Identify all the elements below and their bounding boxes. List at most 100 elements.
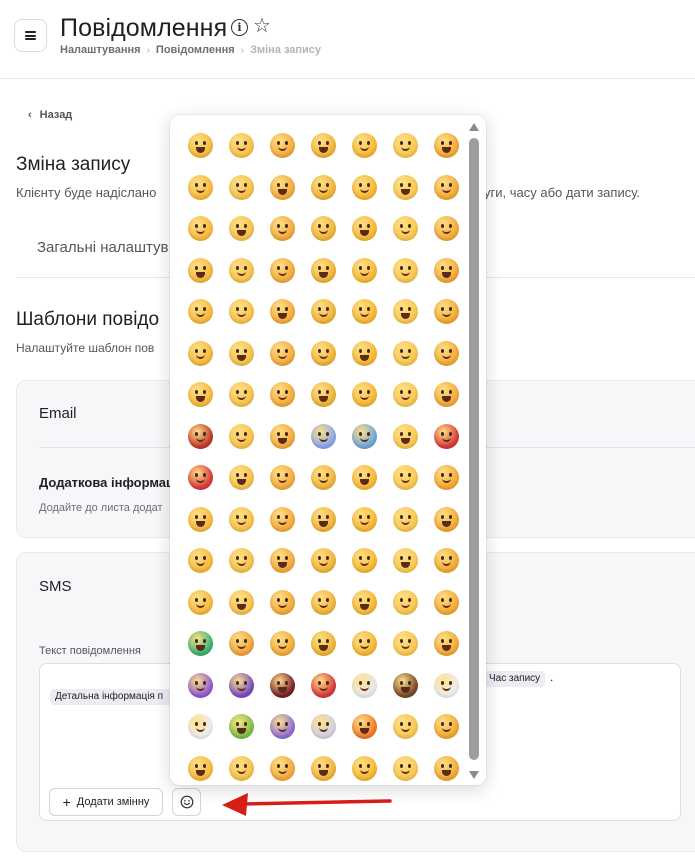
tab-general-settings[interactable]: Загальні налаштув xyxy=(37,239,169,256)
emoji-item[interactable] xyxy=(344,167,385,209)
emoji-item[interactable] xyxy=(180,623,221,665)
emoji-item[interactable] xyxy=(180,333,221,375)
emoji-item[interactable] xyxy=(221,582,262,624)
emoji-item[interactable] xyxy=(303,167,344,209)
emoji-item[interactable] xyxy=(426,333,467,375)
emoji-item[interactable] xyxy=(426,540,467,582)
emoji-item[interactable] xyxy=(262,457,303,499)
emoji-item[interactable] xyxy=(221,748,262,790)
scroll-up-arrow-icon[interactable] xyxy=(469,123,479,131)
emoji-item[interactable] xyxy=(385,125,426,167)
emoji-item[interactable] xyxy=(385,167,426,209)
emoji-item[interactable] xyxy=(180,748,221,790)
emoji-item[interactable] xyxy=(426,167,467,209)
emoji-item[interactable] xyxy=(385,416,426,458)
emoji-item[interactable] xyxy=(426,125,467,167)
emoji-item[interactable] xyxy=(221,416,262,458)
emoji-item[interactable] xyxy=(344,540,385,582)
emoji-item[interactable] xyxy=(303,499,344,541)
emoji-item[interactable] xyxy=(262,333,303,375)
emoji-item[interactable] xyxy=(385,582,426,624)
emoji-item[interactable] xyxy=(385,374,426,416)
emoji-item[interactable] xyxy=(262,374,303,416)
emoji-item[interactable] xyxy=(303,623,344,665)
emoji-item[interactable] xyxy=(385,706,426,748)
emoji-item[interactable] xyxy=(303,333,344,375)
emoji-item[interactable] xyxy=(344,623,385,665)
emoji-item[interactable] xyxy=(221,208,262,250)
emoji-item[interactable] xyxy=(262,748,303,790)
emoji-item[interactable] xyxy=(344,457,385,499)
emoji-item[interactable] xyxy=(385,623,426,665)
emoji-item[interactable] xyxy=(221,125,262,167)
emoji-item[interactable] xyxy=(262,250,303,292)
emoji-item[interactable] xyxy=(180,125,221,167)
emoji-item[interactable] xyxy=(344,416,385,458)
emoji-item[interactable] xyxy=(303,748,344,790)
emoji-item[interactable] xyxy=(303,582,344,624)
emoji-item[interactable] xyxy=(344,250,385,292)
emoji-item[interactable] xyxy=(426,499,467,541)
emoji-picker-scrollbar[interactable] xyxy=(467,120,481,782)
emoji-item[interactable] xyxy=(221,333,262,375)
back-link[interactable]: ‹ Назад xyxy=(28,109,72,121)
emoji-item[interactable] xyxy=(303,540,344,582)
add-variable-button[interactable]: + Додати змінну xyxy=(49,788,163,816)
emoji-item[interactable] xyxy=(344,499,385,541)
emoji-item[interactable] xyxy=(426,374,467,416)
emoji-item[interactable] xyxy=(385,665,426,707)
emoji-button[interactable] xyxy=(172,788,201,816)
emoji-item[interactable] xyxy=(385,540,426,582)
emoji-item[interactable] xyxy=(262,665,303,707)
emoji-item[interactable] xyxy=(344,208,385,250)
emoji-item[interactable] xyxy=(180,665,221,707)
emoji-item[interactable] xyxy=(180,540,221,582)
variable-chip-time[interactable]: Час запису xyxy=(484,671,546,687)
emoji-item[interactable] xyxy=(303,457,344,499)
emoji-item[interactable] xyxy=(180,291,221,333)
emoji-item[interactable] xyxy=(426,457,467,499)
emoji-item[interactable] xyxy=(221,167,262,209)
emoji-item[interactable] xyxy=(262,208,303,250)
emoji-item[interactable] xyxy=(180,706,221,748)
emoji-item[interactable] xyxy=(344,665,385,707)
emoji-item[interactable] xyxy=(221,250,262,292)
emoji-item[interactable] xyxy=(344,374,385,416)
emoji-item[interactable] xyxy=(262,125,303,167)
emoji-item[interactable] xyxy=(426,623,467,665)
emoji-item[interactable] xyxy=(385,457,426,499)
emoji-item[interactable] xyxy=(385,748,426,790)
emoji-item[interactable] xyxy=(426,706,467,748)
emoji-item[interactable] xyxy=(180,457,221,499)
emoji-item[interactable] xyxy=(426,582,467,624)
emoji-item[interactable] xyxy=(303,706,344,748)
emoji-item[interactable] xyxy=(180,582,221,624)
emoji-item[interactable] xyxy=(344,748,385,790)
emoji-item[interactable] xyxy=(344,291,385,333)
emoji-item[interactable] xyxy=(426,250,467,292)
emoji-item[interactable] xyxy=(303,665,344,707)
emoji-item[interactable] xyxy=(221,291,262,333)
emoji-item[interactable] xyxy=(221,540,262,582)
emoji-item[interactable] xyxy=(180,208,221,250)
emoji-item[interactable] xyxy=(262,416,303,458)
emoji-item[interactable] xyxy=(180,374,221,416)
emoji-item[interactable] xyxy=(180,416,221,458)
emoji-item[interactable] xyxy=(303,125,344,167)
emoji-item[interactable] xyxy=(262,706,303,748)
emoji-item[interactable] xyxy=(385,291,426,333)
emoji-item[interactable] xyxy=(180,499,221,541)
variable-chip-details[interactable]: Детальна інформація п xyxy=(50,689,182,705)
emoji-item[interactable] xyxy=(221,623,262,665)
breadcrumb-settings[interactable]: Налаштування xyxy=(60,44,141,56)
emoji-item[interactable] xyxy=(303,291,344,333)
emoji-item[interactable] xyxy=(385,250,426,292)
emoji-item[interactable] xyxy=(221,706,262,748)
emoji-item[interactable] xyxy=(221,499,262,541)
emoji-item[interactable] xyxy=(344,125,385,167)
emoji-item[interactable] xyxy=(221,665,262,707)
emoji-item[interactable] xyxy=(180,167,221,209)
menu-toggle-button[interactable] xyxy=(14,19,47,52)
breadcrumb-notifications[interactable]: Повідомлення xyxy=(156,44,235,56)
scroll-down-arrow-icon[interactable] xyxy=(469,771,479,779)
